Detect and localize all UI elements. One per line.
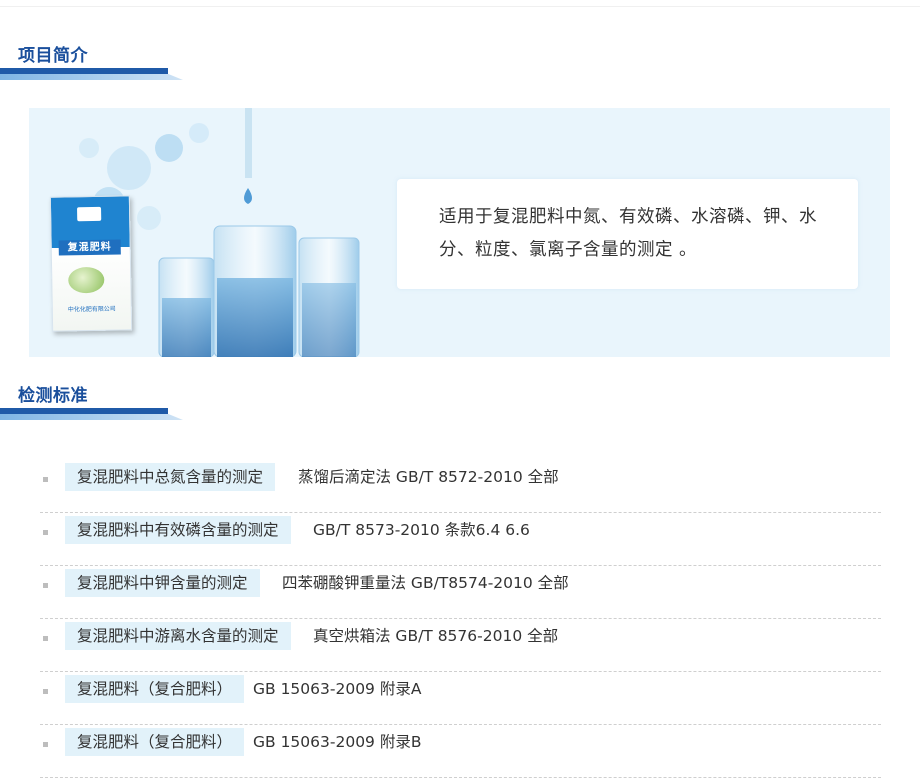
list-item: 复混肥料中有效磷含量的测定 GB/T 8573-2010 条款6.4 6.6 — [40, 513, 881, 566]
bullet-icon — [43, 689, 48, 694]
list-item: 复混肥料中总氮含量的测定 蒸馏后滴定法 GB/T 8572-2010 全部 — [40, 460, 881, 513]
bullet-icon — [43, 477, 48, 482]
list-item: 复混肥料（复合肥料） GB 15063-2009 附录B — [40, 725, 881, 778]
list-item: 复混肥料中游离水含量的测定 真空烘箱法 GB/T 8576-2010 全部 — [40, 619, 881, 672]
bag-label: 复混肥料 — [58, 239, 121, 256]
standard-item: 复混肥料（复合肥料） — [65, 675, 245, 703]
intro-banner: 复混肥料 中化化肥有限公司 适用于复混肥料中氮、有效磷、水溶磷、钾、水分、粒度、… — [29, 108, 890, 357]
standard-method: 四苯硼酸钾重量法 GB/T8574-2010 全部 — [282, 574, 569, 592]
standard-method: GB/T 8573-2010 条款6.4 6.6 — [313, 521, 530, 539]
description-card: 适用于复混肥料中氮、有效磷、水溶磷、钾、水分、粒度、氯离子含量的测定 。 — [397, 179, 858, 289]
section-title-underline — [0, 68, 185, 80]
description-text: 适用于复混肥料中氮、有效磷、水溶磷、钾、水分、粒度、氯离子含量的测定 。 — [439, 207, 817, 260]
section-title-standards: 检测标准 — [18, 386, 88, 406]
fertilizer-bag-image: 复混肥料 中化化肥有限公司 — [49, 195, 133, 332]
standard-method: GB 15063-2009 附录A — [253, 680, 422, 698]
bullet-icon — [43, 530, 48, 535]
standard-item: 复混肥料（复合肥料） — [65, 728, 245, 756]
bullet-icon — [43, 636, 48, 641]
top-divider — [0, 6, 920, 7]
list-item: 复混肥料（复合肥料） GB 15063-2009 附录A — [40, 672, 881, 725]
standard-method: GB 15063-2009 附录B — [253, 733, 422, 751]
standard-method: 蒸馏后滴定法 GB/T 8572-2010 全部 — [298, 468, 559, 486]
standard-method: 真空烘箱法 GB/T 8576-2010 全部 — [313, 627, 559, 645]
section-title-intro: 项目简介 — [18, 46, 88, 66]
standard-item: 复混肥料中有效磷含量的测定 — [65, 516, 291, 544]
standard-item: 复混肥料中总氮含量的测定 — [65, 463, 276, 491]
standard-item: 复混肥料中游离水含量的测定 — [65, 622, 291, 650]
list-item: 复混肥料中钾含量的测定 四苯硼酸钾重量法 GB/T8574-2010 全部 — [40, 566, 881, 619]
bullet-icon — [43, 583, 48, 588]
section-title-underline — [0, 408, 185, 420]
bullet-icon — [43, 742, 48, 747]
standards-list: 复混肥料中总氮含量的测定 蒸馏后滴定法 GB/T 8572-2010 全部 复混… — [40, 460, 881, 778]
bag-company: 中化化肥有限公司 — [67, 305, 116, 314]
standard-item: 复混肥料中钾含量的测定 — [65, 569, 260, 597]
